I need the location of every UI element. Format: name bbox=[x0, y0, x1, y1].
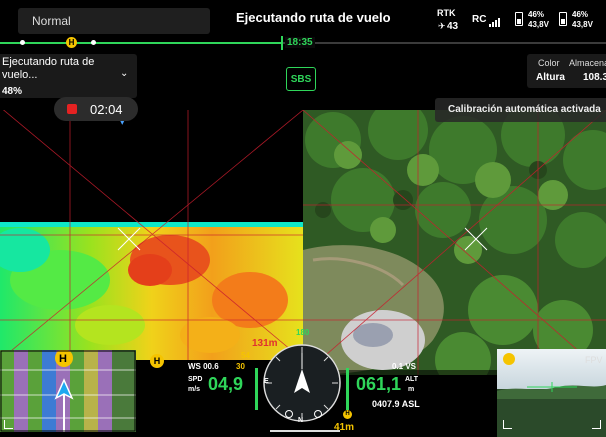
rtk-satellite-count: 43 bbox=[447, 21, 459, 32]
waypoint-dot bbox=[91, 40, 96, 45]
compass-attitude-indicator bbox=[263, 344, 341, 422]
minimap[interactable]: H bbox=[0, 350, 136, 432]
altitude-unit: m bbox=[408, 386, 415, 393]
chevron-down-icon[interactable]: ⌄ bbox=[120, 68, 128, 79]
home-direction-icon: H bbox=[150, 354, 164, 368]
altitude-tape bbox=[346, 368, 349, 410]
obstacle-right-distance: 180 bbox=[296, 328, 310, 337]
expand-fpv-icon-right[interactable] bbox=[592, 420, 601, 429]
sbs-button[interactable]: SBS bbox=[286, 67, 316, 91]
storage-value: 108.3 bbox=[583, 72, 606, 83]
remaining-flight-time: 18:35 bbox=[285, 37, 315, 48]
battery-1-voltage: 43,8V bbox=[528, 20, 549, 29]
altitude-asl: 0407.9 ASL bbox=[372, 399, 420, 409]
battery-2-voltage: 43,8V bbox=[572, 20, 593, 29]
altitude-label: ALT bbox=[405, 376, 419, 383]
status-title: Ejecutando ruta de vuelo bbox=[236, 10, 391, 25]
route-progress-fill bbox=[0, 42, 282, 44]
recording-time: 02:04 bbox=[90, 102, 123, 117]
battery-1-icon bbox=[515, 12, 523, 26]
waypoint-dot bbox=[20, 40, 25, 45]
rc-signal-icon bbox=[488, 14, 500, 27]
battery-1-percent: 46% bbox=[528, 10, 545, 19]
elevation-point-cloud-view: ▾ bbox=[0, 110, 303, 360]
wind-speed: WS 00.6 bbox=[188, 362, 219, 371]
storage-label: Almacena bbox=[569, 58, 606, 68]
expand-fpv-icon[interactable] bbox=[503, 420, 512, 429]
speed-unit: m/s bbox=[188, 386, 201, 393]
relative-altitude: 061,1 bbox=[356, 374, 402, 394]
route-progress-percent: 48% bbox=[2, 86, 23, 97]
compass-east-label: E bbox=[264, 378, 269, 385]
battery-2-icon bbox=[559, 12, 567, 26]
home-point-icon: H bbox=[66, 37, 77, 48]
obstacle-left-distance: 54 bbox=[241, 351, 250, 360]
heading-bar bbox=[270, 430, 340, 432]
horizontal-speed: 04,9 bbox=[208, 374, 244, 394]
expand-minimap-icon[interactable] bbox=[4, 420, 13, 429]
flight-mode-selector[interactable]: Normal bbox=[18, 8, 210, 34]
fpv-label: FPV bbox=[585, 355, 603, 365]
home-altitude-icon: H bbox=[343, 410, 352, 419]
color-mode-value[interactable]: Altura bbox=[536, 72, 565, 83]
color-label: Color bbox=[538, 58, 560, 68]
battery-2-percent: 46% bbox=[572, 10, 589, 19]
rc-signal-label[interactable]: RC bbox=[472, 14, 486, 25]
speed-label: SPD bbox=[188, 376, 203, 383]
obstacle-mid-distance: 30 bbox=[236, 362, 245, 371]
route-status-text: Ejecutando ruta de vuelo... bbox=[2, 56, 95, 81]
compass-north-label: N bbox=[298, 417, 304, 424]
svg-text:H: H bbox=[59, 353, 67, 365]
speed-tape bbox=[255, 368, 258, 410]
record-stop-icon[interactable] bbox=[67, 104, 77, 114]
vertical-speed: 0.1 VS bbox=[392, 362, 417, 371]
satellite-icon: ✈ bbox=[438, 21, 446, 31]
bottom-distance: 41m bbox=[334, 422, 355, 433]
rtk-label[interactable]: RTK bbox=[437, 8, 456, 18]
calibration-notification: Calibración automática activada bbox=[435, 98, 606, 122]
aerial-camera-view bbox=[303, 110, 606, 375]
progress-position-marker bbox=[281, 36, 283, 50]
